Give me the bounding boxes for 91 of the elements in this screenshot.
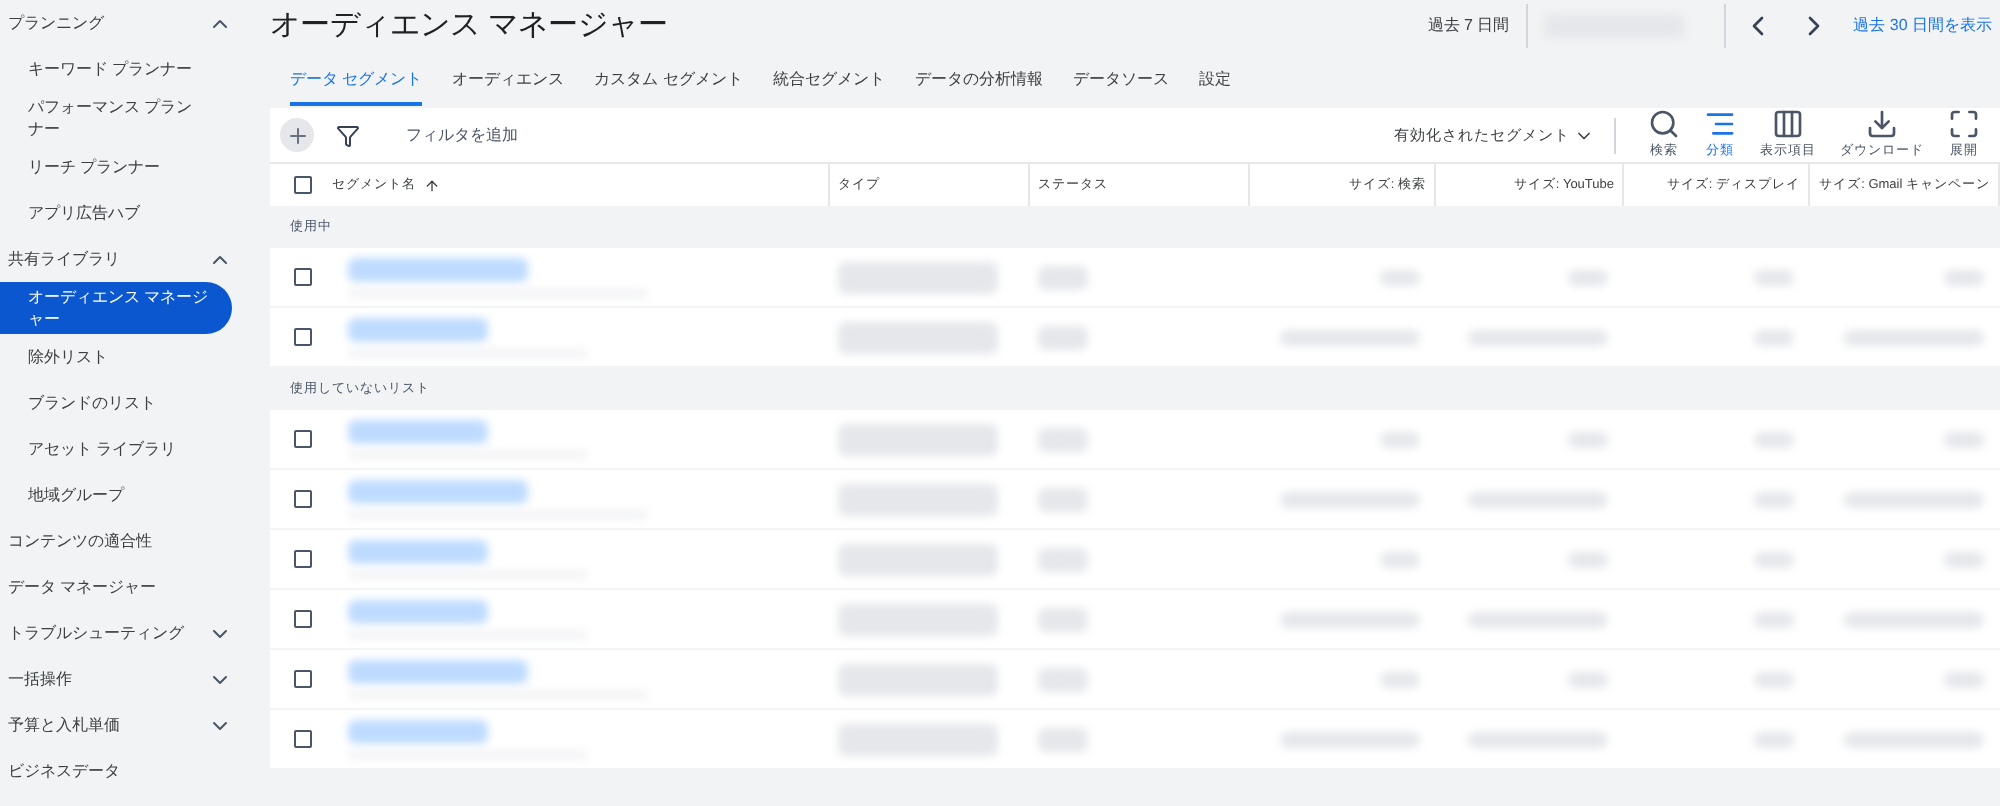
redacted-block [348, 719, 488, 743]
redacted-block [1568, 551, 1608, 567]
redacted-block [1038, 607, 1088, 631]
search-icon [1648, 108, 1680, 141]
sidebar-section[interactable]: 共有ライブラリ [0, 236, 260, 282]
redacted-block [1754, 329, 1794, 345]
tab[interactable]: データソース [1072, 60, 1169, 106]
redacted-block [1038, 547, 1088, 571]
add-button[interactable] [280, 118, 314, 152]
row-checkbox[interactable] [294, 730, 312, 748]
sort-arrow-icon [424, 177, 440, 193]
row-checkbox[interactable] [294, 430, 312, 448]
redacted-block [1568, 269, 1608, 285]
redacted-block [348, 539, 488, 563]
redacted-block [1844, 731, 1984, 747]
select-all-checkbox[interactable] [294, 176, 312, 194]
plus-icon [285, 123, 309, 147]
columns-icon [1772, 108, 1804, 141]
lines-icon [1704, 108, 1736, 141]
sidebar-item[interactable]: 地域グループ [0, 472, 220, 518]
sidebar-section[interactable]: 一括操作 [0, 656, 260, 702]
redacted-block [1280, 611, 1420, 627]
redacted-block [1568, 431, 1608, 447]
row-checkbox[interactable] [294, 670, 312, 688]
redacted-block [1038, 487, 1088, 511]
redacted-block [1754, 611, 1794, 627]
redacted-block [1944, 269, 1984, 285]
tab[interactable]: カスタム セグメント [594, 60, 743, 106]
redacted-block [1844, 611, 1984, 627]
redacted-block [1754, 491, 1794, 507]
redacted-block [1944, 671, 1984, 687]
sidebar-section[interactable]: トラブルシューティング [0, 610, 260, 656]
row-checkbox[interactable] [294, 610, 312, 628]
redacted-block [1944, 551, 1984, 567]
sidebar-item[interactable]: アセット ライブラリ [0, 426, 220, 472]
sidebar-section[interactable]: 予算と入札単価 [0, 702, 260, 748]
download-icon [1866, 108, 1898, 141]
sidebar-item[interactable]: パフォーマンス プランナー [0, 92, 220, 144]
row-checkbox[interactable] [294, 328, 312, 346]
redacted-block [1754, 731, 1794, 747]
redacted-block [1380, 431, 1420, 447]
sidebar-section[interactable]: データ マネージャー [0, 564, 260, 610]
sidebar-section[interactable]: ビジネスデータ [0, 748, 260, 794]
redacted-block [1038, 325, 1088, 349]
redacted-block [1468, 491, 1608, 507]
redacted-block [1468, 731, 1608, 747]
tab[interactable]: 設定 [1198, 60, 1231, 106]
redacted-block [1844, 491, 1984, 507]
redacted-block [1380, 551, 1420, 567]
redacted-block [1380, 671, 1420, 687]
redacted-block [1754, 269, 1794, 285]
row-checkbox[interactable] [294, 490, 312, 508]
expand-icon [1948, 108, 1980, 141]
date-range-field[interactable] [1525, 4, 1726, 48]
page-title: オーディエンス マネージャー [270, 5, 669, 46]
redacted-block [1280, 491, 1420, 507]
sidebar-item[interactable]: リーチ プランナー [0, 144, 220, 190]
redacted-block [1038, 727, 1088, 751]
redacted-block [1380, 269, 1420, 285]
redacted-block [1468, 329, 1608, 345]
redacted-block [1280, 731, 1420, 747]
view-30-days-link[interactable]: 過去 30 日間を表示 [1853, 14, 1992, 38]
row-checkbox[interactable] [294, 268, 312, 286]
redacted-block [1468, 611, 1608, 627]
tab[interactable]: オーディエンス [452, 60, 565, 106]
redacted-block [348, 317, 488, 341]
filter-input-field[interactable]: フィルタを追加 [406, 123, 1006, 147]
sidebar-item[interactable]: オーディエンス マネージャー [0, 282, 232, 334]
period-label: 過去 7 日間 [1427, 14, 1510, 38]
tab[interactable]: データの分析情報 [914, 60, 1043, 106]
redacted-block [348, 419, 488, 443]
redacted-block [1844, 329, 1984, 345]
sidebar-section[interactable]: コンテンツの適合性 [0, 518, 260, 564]
sidebar-item[interactable]: 除外リスト [0, 334, 220, 380]
row-checkbox[interactable] [294, 550, 312, 568]
sidebar-item[interactable]: キーワード プランナー [0, 46, 220, 92]
sidebar-section[interactable]: プランニング [0, 0, 260, 46]
sidebar-item[interactable]: アプリ広告ハブ [0, 190, 220, 236]
sidebar-item[interactable]: ブランドのリスト [0, 380, 220, 426]
redacted-block [1754, 671, 1794, 687]
redacted-block [1038, 667, 1088, 691]
redacted-block [1280, 329, 1420, 345]
filter-icon[interactable] [336, 123, 360, 147]
redacted-block [1038, 265, 1088, 289]
redacted-block [348, 599, 488, 623]
redacted-block [1568, 671, 1608, 687]
redacted-block [1754, 431, 1794, 447]
redacted-block [1754, 551, 1794, 567]
tab[interactable]: 統合セグメント [772, 60, 885, 106]
redacted-block [1038, 427, 1088, 451]
redacted-block [1944, 431, 1984, 447]
